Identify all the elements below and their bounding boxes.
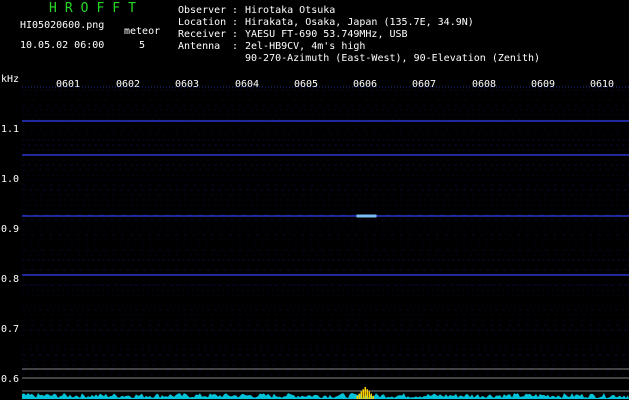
carrier-lines xyxy=(22,120,629,276)
datetime: 10.05.02 06:00 xyxy=(20,40,105,51)
location-sep: : xyxy=(232,17,239,28)
noise-field xyxy=(22,89,629,376)
y-tick-label: 1.1 xyxy=(1,124,20,135)
spectrum-peak xyxy=(358,393,360,399)
filename: HI05020600.png xyxy=(20,20,105,31)
app-brand: HROFFT xyxy=(49,1,144,16)
y-tick-label: 0.9 xyxy=(1,224,20,235)
meteor-count: 5 xyxy=(139,40,146,51)
observer-value: Hirotaka Otsuka xyxy=(245,5,336,16)
observer-key: Observer xyxy=(178,5,227,16)
y-unit-label: kHz xyxy=(1,74,20,85)
antenna-sep: : xyxy=(232,41,239,52)
observer-sep: : xyxy=(232,5,239,16)
minor-tick-marks xyxy=(22,86,629,88)
spectrum-peak xyxy=(364,387,366,399)
spectrum-peak xyxy=(356,395,358,399)
spectrogram-screen: HROFFT HI05020600.png 10.05.02 06:00 met… xyxy=(0,0,629,400)
receiver-sep: : xyxy=(232,29,239,40)
y-tick-label: 1.0 xyxy=(1,174,20,185)
spectrum-peak xyxy=(362,389,364,399)
antenna-value-line2: 90-270-Azimuth (East-West), 90-Elevation… xyxy=(245,53,541,64)
meteor-echoes xyxy=(356,214,377,218)
spectrum-strip xyxy=(22,368,629,399)
spectrum-peak xyxy=(368,391,370,399)
y-tick-label: 0.7 xyxy=(1,324,20,335)
y-tick-label: 0.8 xyxy=(1,274,20,285)
meteor-echo xyxy=(356,214,377,218)
spectrum-trace xyxy=(22,393,629,399)
receiver-key: Receiver xyxy=(178,29,227,40)
spectrum-peak xyxy=(372,395,374,399)
antenna-value: 2el-HB9CV, 4m's high xyxy=(245,41,366,52)
spectrum-peak xyxy=(360,391,362,399)
receiver-value: YAESU FT-690 53.749MHz, USB xyxy=(245,29,408,40)
y-tick-label: 0.6 xyxy=(1,374,20,385)
location-key: Location xyxy=(178,17,227,28)
location-value: Hirakata, Osaka, Japan (135.7E, 34.9N) xyxy=(245,17,474,28)
spectrum-peak xyxy=(370,393,372,399)
antenna-key: Antenna xyxy=(178,41,221,52)
spectrum-peak xyxy=(366,389,368,399)
spectrogram-plot xyxy=(22,86,629,399)
meteor-label: meteor xyxy=(124,26,161,37)
